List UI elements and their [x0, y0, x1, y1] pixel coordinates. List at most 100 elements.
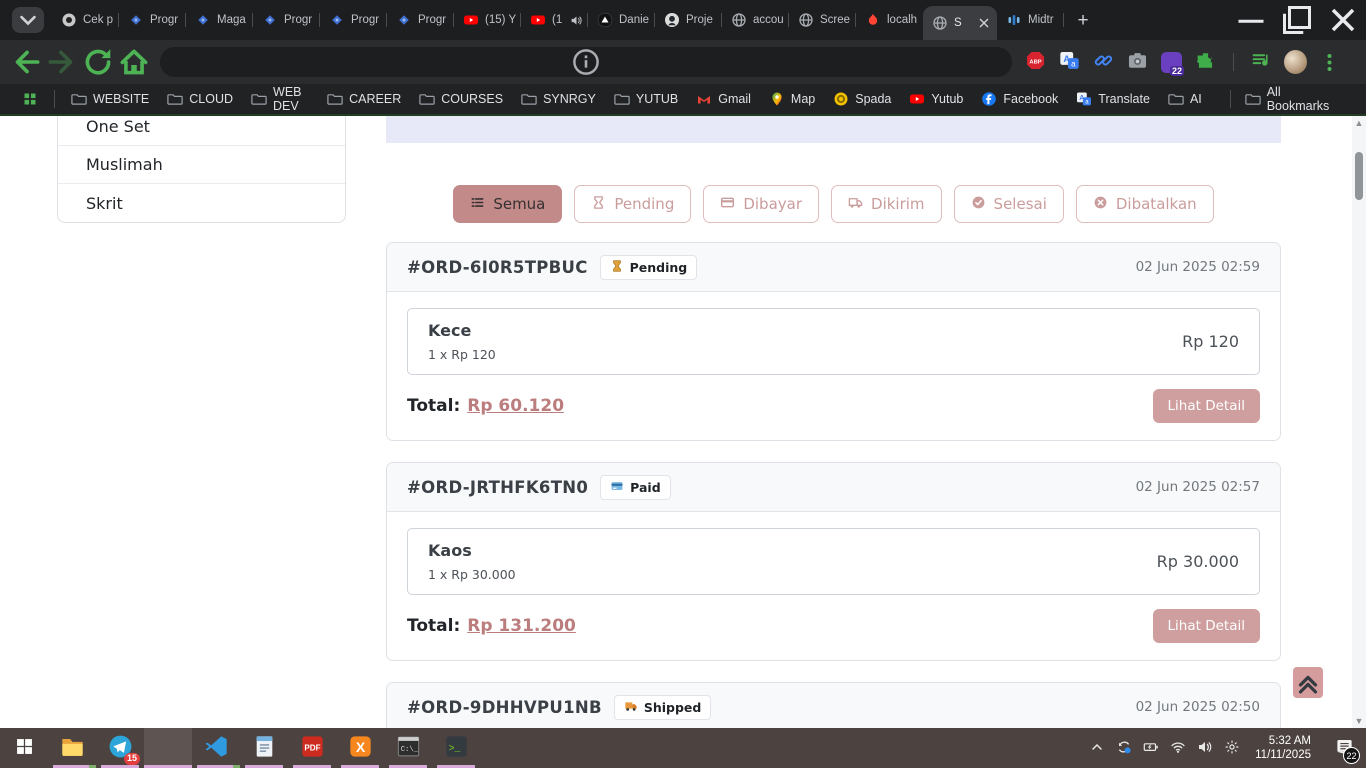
link-extension-button[interactable]	[1092, 51, 1115, 74]
map-icon	[769, 91, 785, 107]
close-window-button[interactable]	[1320, 0, 1366, 40]
notification-center-button[interactable]: 22	[1322, 728, 1366, 768]
sync-tray-button[interactable]	[1111, 730, 1136, 766]
purple-extension-button[interactable]: 22	[1160, 51, 1183, 74]
bookmark-item[interactable]: Yutub	[901, 88, 971, 110]
tray-chevron-button[interactable]	[1084, 730, 1109, 766]
bookmark-item[interactable]: Gmail	[688, 88, 759, 110]
taskbar-app-xampp[interactable]: X	[336, 728, 384, 768]
battery-tray-button[interactable]	[1138, 730, 1163, 766]
order-id: #ORD-9DHHVPU1NB	[407, 698, 602, 717]
order-id: #ORD-JRTHFK6TN0	[407, 478, 588, 497]
bookmark-item[interactable]: CAREER	[319, 88, 409, 110]
browser-tab[interactable]: Maga	[186, 0, 253, 40]
browser-tab[interactable]: Cek p	[52, 0, 119, 40]
tab-search-button[interactable]	[12, 7, 44, 33]
bookmark-label: YUTUB	[636, 92, 678, 106]
browser-tab[interactable]: Progr	[387, 0, 454, 40]
scroll-up-arrow[interactable]: ▲	[1352, 116, 1366, 130]
view-detail-button[interactable]: Lihat Detail	[1153, 389, 1260, 423]
taskbar-app-vscode[interactable]	[192, 728, 240, 768]
translate-extension-button[interactable]: Aa	[1058, 51, 1081, 74]
browser-tab[interactable]: Progr	[253, 0, 320, 40]
forward-button[interactable]	[44, 45, 80, 79]
browser-tab[interactable]: Progr	[119, 0, 186, 40]
home-button[interactable]	[116, 45, 152, 79]
extensions-menu-button[interactable]	[1194, 51, 1217, 74]
order-card-body: Kaos1 x Rp 30.000Rp 30.000Total:Rp 131.2…	[387, 512, 1280, 660]
minimize-icon	[1228, 0, 1274, 40]
taskbar-app-cmd[interactable]: C:\_	[384, 728, 432, 768]
total-amount-link[interactable]: Rp 60.120	[467, 396, 564, 416]
diamond-icon	[396, 12, 412, 28]
filter-button-semua[interactable]: Semua	[453, 185, 562, 223]
hourglass-badge-icon	[610, 259, 624, 276]
total-amount-link[interactable]: Rp 131.200	[467, 616, 576, 636]
back-button[interactable]	[8, 45, 44, 79]
taskbar-app-terminal[interactable]: >_	[432, 728, 480, 768]
filter-button-dibayar[interactable]: Dibayar	[703, 185, 819, 223]
taskbar-app-explorer[interactable]	[48, 728, 96, 768]
bookmarks-overflow-button[interactable]	[1212, 96, 1224, 102]
browser-tab[interactable]: localh	[856, 0, 923, 40]
taskbar-app-pdf[interactable]: PDF	[288, 728, 336, 768]
bookmark-item[interactable]: AaTranslate	[1068, 88, 1158, 110]
sidebar-category-item[interactable]: Skrit	[58, 184, 345, 222]
bookmark-item[interactable]: Facebook	[973, 88, 1066, 110]
wifi-tray-button[interactable]	[1165, 730, 1190, 766]
order-card: #ORD-6I0R5TPBUCPending02 Jun 2025 02:59K…	[386, 242, 1281, 441]
page-scrollbar[interactable]: ▲ ▼	[1352, 116, 1366, 728]
taskbar-clock[interactable]: 5:32 AM 11/11/2025	[1246, 734, 1320, 762]
bookmark-item[interactable]: Map	[761, 88, 823, 110]
browser-tab[interactable]: (15) Y	[454, 0, 521, 40]
maximize-button[interactable]	[1274, 0, 1320, 40]
bookmark-item[interactable]: CLOUD	[159, 88, 241, 110]
all-bookmarks-button[interactable]: All Bookmarks	[1237, 82, 1352, 116]
scrollbar-thumb[interactable]	[1355, 152, 1363, 200]
reload-button[interactable]	[80, 45, 116, 79]
taskbar-app-telegram[interactable]: 15	[96, 728, 144, 768]
profile-button[interactable]	[1284, 51, 1307, 74]
bookmark-item[interactable]: WEB DEV	[243, 82, 317, 116]
browser-tab[interactable]: (1	[521, 0, 588, 40]
filter-button-dikirim[interactable]: Dikirim	[831, 185, 942, 223]
browser-tab-active[interactable]: S	[923, 6, 997, 40]
filter-button-selesai[interactable]: Selesai	[954, 185, 1064, 223]
browser-tab[interactable]: Danie	[588, 0, 655, 40]
bookmark-item[interactable]: YUTUB	[606, 88, 686, 110]
browser-tab[interactable]: Midtr	[997, 0, 1064, 40]
adblock-extension-button[interactable]: ABP	[1024, 51, 1047, 74]
sidebar-category-item[interactable]: One Set	[58, 116, 345, 146]
browser-tab[interactable]: Proje	[655, 0, 722, 40]
back-to-top-button[interactable]	[1293, 667, 1323, 698]
browser-tab[interactable]: Progr	[320, 0, 387, 40]
minimize-button[interactable]	[1228, 0, 1274, 40]
filter-button-dibatalkan[interactable]: Dibatalkan	[1076, 185, 1214, 223]
screenshot-extension-button[interactable]	[1126, 51, 1149, 74]
playlist-button[interactable]	[1250, 51, 1273, 74]
settings-tray-button[interactable]	[1219, 730, 1244, 766]
volume-tray-button[interactable]	[1192, 730, 1217, 766]
browser-tab[interactable]: Scree	[789, 0, 856, 40]
address-bar[interactable]: 127.0.0.1:8000/orders	[160, 47, 1012, 77]
apps-grid-button[interactable]	[14, 88, 46, 110]
bookmark-item[interactable]: COURSES	[411, 88, 511, 110]
filter-button-pending[interactable]: Pending	[574, 185, 691, 223]
browser-menu-button[interactable]	[1318, 51, 1341, 74]
view-detail-button[interactable]: Lihat Detail	[1153, 609, 1260, 643]
new-tab-button[interactable]: +	[1068, 5, 1098, 35]
bookmark-item[interactable]: SYNRGY	[513, 88, 604, 110]
start-button[interactable]	[0, 728, 48, 768]
filter-label: Semua	[493, 195, 545, 213]
bookmark-item[interactable]: AI	[1160, 88, 1210, 110]
browser-tab[interactable]: accou	[722, 0, 789, 40]
scroll-down-arrow[interactable]: ▼	[1352, 714, 1366, 728]
bookmark-item[interactable]: Spada	[825, 88, 899, 110]
taskbar-app-notepad[interactable]	[240, 728, 288, 768]
taskbar-app-chrome[interactable]	[144, 728, 192, 768]
sidebar-category-item[interactable]: Muslimah	[58, 146, 345, 184]
bookmark-item[interactable]: WEBSITE	[63, 88, 157, 110]
all-bookmarks-label: All Bookmarks	[1267, 85, 1344, 113]
tab-close-button[interactable]	[976, 15, 992, 31]
site-info-icon[interactable]	[172, 47, 1000, 77]
